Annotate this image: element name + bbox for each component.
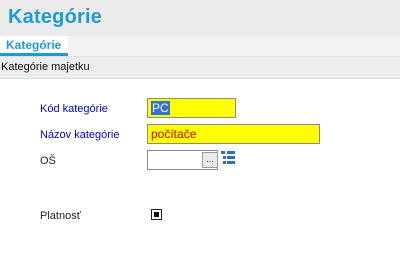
section-title: Kategórie majetku [1, 61, 90, 73]
page-header: Kategórie [0, 0, 400, 36]
tree-list-icon[interactable] [221, 150, 235, 166]
ellipsis-icon[interactable]: ... [202, 152, 218, 168]
section-header: Kategórie majetku [0, 57, 400, 79]
kod-kategorie-value: PC [151, 101, 170, 115]
tab-kategorie[interactable]: Kategórie [0, 36, 68, 56]
checkbox-mark [154, 212, 159, 217]
page-title: Kategórie [8, 6, 103, 28]
tab-label: Kategórie [6, 38, 62, 52]
kod-kategorie-label: Kód kategórie [40, 103, 108, 115]
nazov-kategorie-input[interactable]: počítače [147, 124, 320, 144]
os-browse-label: ... [206, 154, 214, 164]
nazov-kategorie-label: Názov kategórie [40, 129, 120, 141]
os-label: OŠ [40, 155, 56, 167]
checkbox-checked-icon[interactable] [151, 209, 162, 220]
platnost-label: Platnosť [40, 210, 81, 222]
kod-kategorie-input[interactable]: PC [147, 98, 236, 118]
nazov-kategorie-value: počítače [151, 127, 197, 141]
